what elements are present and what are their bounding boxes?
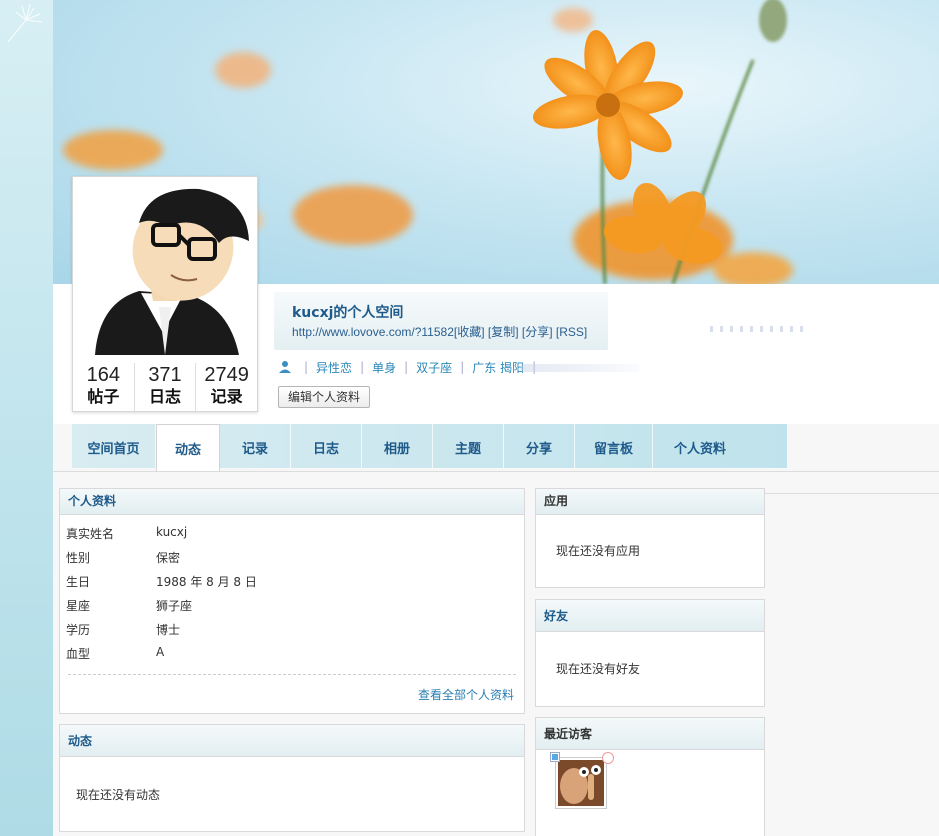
info-location[interactable]: 广东 揭阳 [472,359,524,376]
profile-value: kucxj [156,525,188,539]
blurred-text [520,364,640,372]
feed-empty-text: 现在还没有动态 [76,788,161,802]
tab-guestbook[interactable]: 留言板 [575,424,653,468]
profile-key: 血型 [66,647,91,661]
tab-blogs[interactable]: 日志 [291,424,362,468]
share-link[interactable]: [分享] [522,325,553,339]
tab-home[interactable]: 空间首页 [72,424,156,468]
person-icon [279,361,291,373]
profile-value: 狮子座 [156,599,193,613]
left-decor-strip [0,0,53,836]
edit-profile-button[interactable]: 编辑个人资料 [278,386,371,408]
right-divider [765,493,939,494]
tab-share[interactable]: 分享 [504,424,575,468]
favorite-link[interactable]: [收藏] [454,325,485,339]
avatar[interactable] [79,183,251,355]
visitors-panel-title: 最近访客 [536,718,764,750]
profile-key: 性别 [66,551,91,565]
feed-panel: 动态 现在还没有动态 [59,724,525,832]
info-separator: | [404,360,409,374]
space-url-row: http://www.lovove.com/?11582[收藏] [复制] [分… [292,323,587,340]
stat-blogs-count: 371 [148,364,182,386]
info-separator: | [460,360,465,374]
visitor-avatar[interactable] [555,757,607,809]
profile-key: 真实姓名 [66,527,115,541]
tab-profile[interactable]: 个人资料 [653,424,747,468]
visitors-panel: 最近访客 [535,717,765,836]
space-url-link[interactable]: http://www.lovove.com/?11582 [292,325,454,339]
info-zodiac[interactable]: 双子座 [416,359,452,376]
stat-records[interactable]: 2749 记录 [196,363,257,411]
stat-blogs[interactable]: 371 日志 [135,363,197,411]
dashed-divider [68,674,516,675]
avatar-card: 164 帖子 371 日志 2749 记录 [72,176,258,412]
space-title-box: kucxj的个人空间 http://www.lovove.com/?11582[… [274,292,608,350]
tab-feed[interactable]: 动态 [156,424,220,472]
space-nav: 空间首页 动态 记录 日志 相册 主题 分享 留言板 个人资料 [72,424,787,472]
apps-panel: 应用 现在还没有应用 [535,488,765,588]
profile-value: 1988 年 8 月 8 日 [156,575,257,589]
tab-album[interactable]: 相册 [362,424,433,468]
space-title[interactable]: kucxj的个人空间 [292,302,403,322]
feed-panel-title: 动态 [60,725,524,757]
visitor-photo [558,760,604,806]
stat-blogs-label: 日志 [149,387,182,406]
dandelion-icon [7,3,43,43]
info-orientation[interactable]: 异性恋 [316,359,352,376]
profile-panel-title: 个人资料 [60,489,524,515]
stat-posts[interactable]: 164 帖子 [73,363,135,411]
profile-info-row: | 异性恋 | 单身 | 双子座 | 广东 揭阳 | [278,358,544,376]
profile-value: 博士 [156,623,181,637]
nav-divider [53,471,939,472]
apps-panel-title: 应用 [536,489,764,515]
profile-key: 星座 [66,599,91,613]
profile-panel: 个人资料 真实姓名 kucxj 性别 保密 生日 1988 年 8 月 8 日 … [59,488,525,714]
info-marital[interactable]: 单身 [372,359,396,376]
stats-bar: 164 帖子 371 日志 2749 记录 [73,363,257,411]
tab-topics[interactable]: 主题 [433,424,504,468]
stat-posts-label: 帖子 [87,387,120,406]
blurred-text [710,326,810,332]
profile-key: 学历 [66,623,91,637]
cartoon-avatar-image [95,188,249,355]
profile-key: 生日 [66,575,91,589]
profile-value: 保密 [156,551,181,565]
info-separator: | [304,360,309,374]
rss-link[interactable]: [RSS] [556,325,587,339]
friends-panel-title: 好友 [536,600,764,632]
profile-value: A [156,645,165,659]
friends-empty-text: 现在还没有好友 [556,662,641,676]
stat-records-label: 记录 [210,387,243,406]
tab-records[interactable]: 记录 [220,424,291,468]
see-all-profile-link[interactable]: 查看全部个人资料 [418,686,514,703]
copy-link[interactable]: [复制] [488,325,519,339]
close-icon[interactable] [602,752,614,764]
stat-records-count: 2749 [204,364,249,386]
apps-empty-text: 现在还没有应用 [556,544,641,558]
info-separator: | [360,360,365,374]
stat-posts-count: 164 [86,364,121,386]
online-status-icon [551,753,559,761]
friends-panel: 好友 现在还没有好友 [535,599,765,707]
